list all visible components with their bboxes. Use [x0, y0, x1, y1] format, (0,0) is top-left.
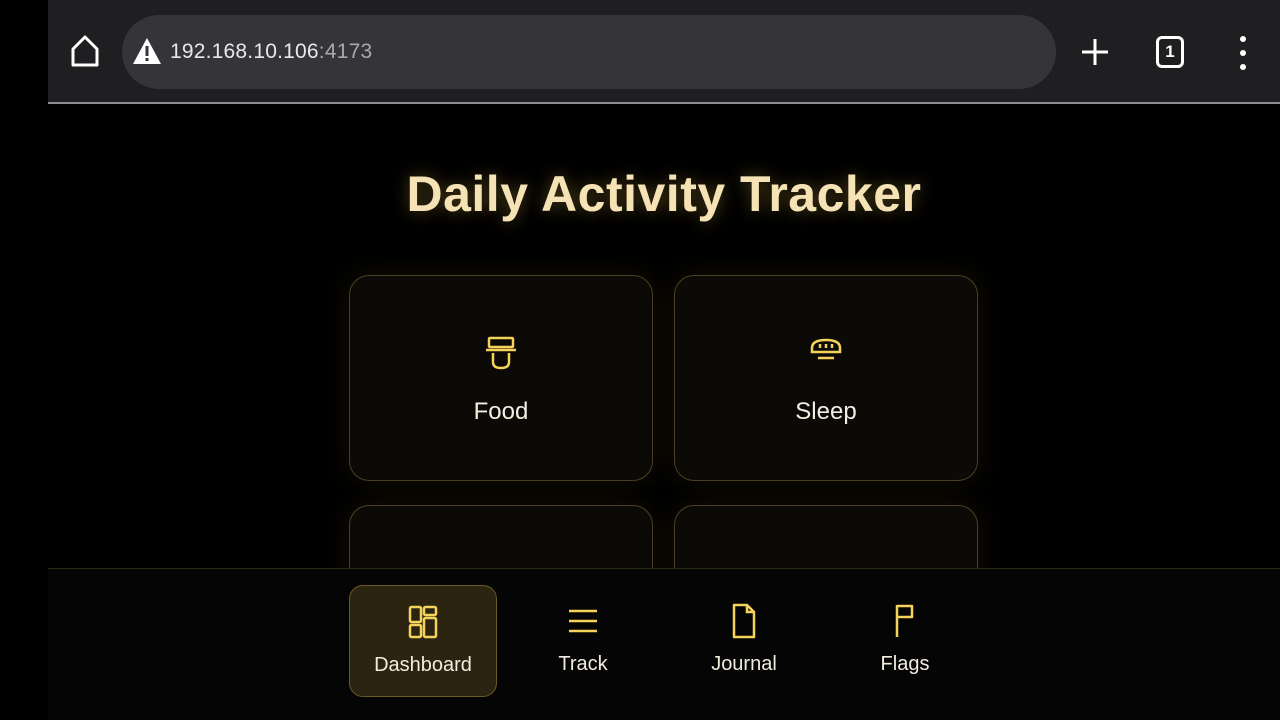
card-food-label: Food — [473, 398, 529, 425]
warning-icon[interactable] — [132, 37, 162, 65]
sleep-icon — [675, 334, 977, 374]
nav-dashboard[interactable]: Dashboard — [349, 585, 497, 697]
list-icon — [509, 603, 657, 643]
nav-journal-label: Journal — [711, 653, 777, 675]
new-tab-button[interactable] — [1080, 34, 1110, 70]
url-port: :4173 — [318, 40, 373, 63]
nav-track-label: Track — [558, 653, 608, 675]
home-button[interactable] — [68, 32, 102, 70]
card-sleep[interactable]: Sleep — [674, 275, 978, 481]
home-icon — [71, 35, 99, 67]
nav-flags[interactable]: Flags — [831, 585, 979, 697]
tab-count: 1 — [1165, 42, 1175, 61]
nav-dashboard-label: Dashboard — [374, 654, 472, 676]
browser-menu-button[interactable] — [1232, 36, 1254, 70]
nav-flags-label: Flags — [880, 653, 930, 675]
nav-track[interactable]: Track — [509, 585, 657, 697]
card-food[interactable]: Food — [349, 275, 653, 481]
more-vertical-icon — [1240, 36, 1246, 70]
dashboard-icon — [350, 604, 496, 644]
browser-toolbar: 192.168.10.106:4173 1 — [48, 0, 1280, 104]
food-icon — [350, 334, 652, 374]
address-bar[interactable]: 192.168.10.106:4173 — [122, 15, 1056, 89]
bottom-nav: Dashboard Track Journal Flags — [48, 568, 1280, 720]
page-title: Daily Activity Tracker — [406, 166, 922, 222]
screen: 192.168.10.106:4173 1 Daily Activity Tra… — [0, 0, 1280, 720]
plus-icon — [1082, 39, 1108, 65]
url-host: 192.168.10.106 — [170, 40, 319, 63]
tab-switcher-button[interactable]: 1 — [1156, 36, 1184, 68]
nav-journal[interactable]: Journal — [670, 585, 818, 697]
card-sleep-label: Sleep — [795, 398, 857, 425]
url-text[interactable]: 192.168.10.106:4173 — [170, 39, 372, 65]
flag-icon — [831, 603, 979, 643]
document-icon — [670, 603, 818, 643]
